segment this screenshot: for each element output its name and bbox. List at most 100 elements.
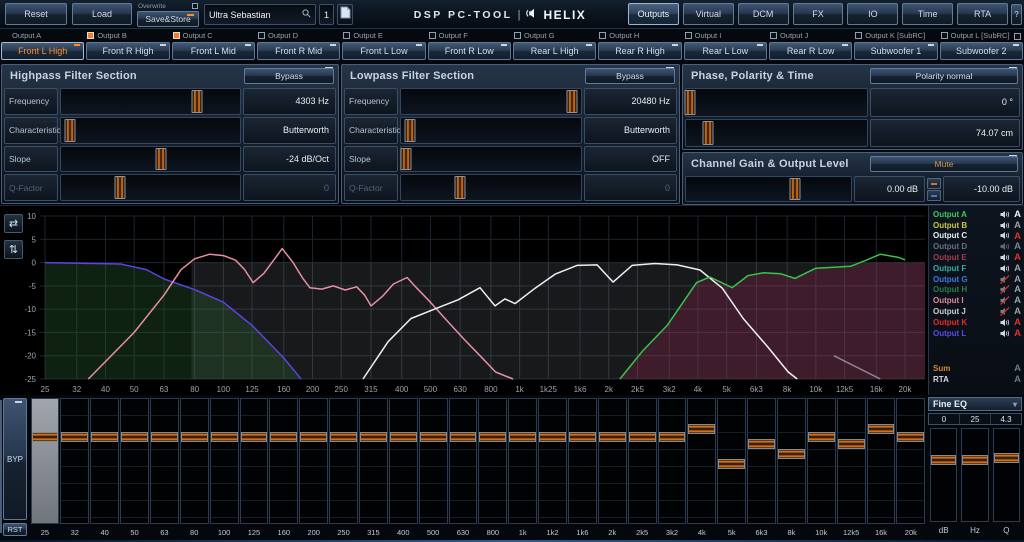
eq-band-track[interactable] <box>896 398 925 524</box>
eq-band-track[interactable] <box>598 398 627 524</box>
eq-band-handle[interactable] <box>778 449 805 459</box>
eq-band-track[interactable] <box>240 398 269 524</box>
channel-row[interactable]: Output A A <box>929 209 1024 220</box>
eq-band-handle[interactable] <box>390 432 417 442</box>
channel-tab-button[interactable]: Front L High <box>1 42 84 60</box>
filter-slider[interactable] <box>60 88 241 115</box>
eq-band-handle[interactable] <box>659 432 686 442</box>
nav-button[interactable]: IO <box>847 3 898 25</box>
eq-band-handle[interactable] <box>718 459 745 469</box>
channel-link-checkbox[interactable] <box>87 32 94 39</box>
eq-band-track[interactable] <box>299 398 328 524</box>
channel-row[interactable]: Output L A <box>929 328 1024 339</box>
channel-a-badge[interactable]: A <box>1011 306 1024 317</box>
eq-band-track[interactable] <box>628 398 657 524</box>
search-icon[interactable] <box>302 9 311 20</box>
eq-band-track[interactable] <box>150 398 179 524</box>
eq-band-handle[interactable] <box>539 432 566 442</box>
channel-row[interactable]: Output H A <box>929 285 1024 296</box>
slider-handle[interactable] <box>64 119 75 142</box>
eq-band-track[interactable] <box>60 398 89 524</box>
output-tab[interactable]: Output B Front R High <box>85 29 170 62</box>
output-tab[interactable]: Output J Rear R Low <box>768 29 853 62</box>
zoom-horizontal-button[interactable]: ⇄ <box>4 214 23 233</box>
output-tab[interactable]: Output I Rear L Low <box>683 29 768 62</box>
channel-a-badge[interactable]: A <box>1011 328 1024 339</box>
reset-button[interactable]: Reset <box>5 3 67 25</box>
channel-link-checkbox[interactable] <box>343 32 350 39</box>
output-tab[interactable]: Output D Front R Mid <box>256 29 341 62</box>
channel-link-checkbox[interactable] <box>599 32 606 39</box>
eq-band-handle[interactable] <box>61 432 88 442</box>
eq-band-handle[interactable] <box>897 432 924 442</box>
channel-tab-button[interactable]: Front R High <box>86 42 169 60</box>
eq-band-track[interactable] <box>269 398 298 524</box>
help-button[interactable]: ? <box>1011 4 1022 25</box>
channel-link-checkbox[interactable] <box>429 32 436 39</box>
slider-handle[interactable] <box>567 90 578 113</box>
channel-a-badge[interactable]: A <box>1011 284 1024 295</box>
channel-tab-button[interactable]: Front L Low <box>342 42 425 60</box>
eq-band-handle[interactable] <box>629 432 656 442</box>
eq-band-track[interactable] <box>31 398 60 524</box>
channel-link-checkbox[interactable] <box>855 32 862 39</box>
output-tab[interactable]: Output C Front L Mid <box>171 29 256 62</box>
highpass-bypass-button[interactable]: Bypass <box>244 68 334 84</box>
fine-eq-slider-handle[interactable] <box>931 455 956 465</box>
channel-row[interactable]: Output G A <box>929 274 1024 285</box>
slider-handle[interactable] <box>401 148 412 171</box>
channel-a-badge[interactable]: A <box>1011 241 1024 252</box>
filter-slider[interactable] <box>400 146 582 173</box>
eq-band-handle[interactable] <box>211 432 238 442</box>
speaker-icon[interactable] <box>998 264 1011 273</box>
channel-row[interactable]: Output C A <box>929 231 1024 242</box>
overwrite-checkbox[interactable] <box>192 3 198 9</box>
filter-slider[interactable] <box>60 146 241 173</box>
eq-band-handle[interactable] <box>121 432 148 442</box>
nav-button[interactable]: FX <box>793 3 844 25</box>
eq-band-handle[interactable] <box>241 432 268 442</box>
lowpass-bypass-button[interactable]: Bypass <box>585 68 675 84</box>
slider-handle[interactable] <box>702 121 713 146</box>
channel-a-badge[interactable]: A <box>1011 231 1024 242</box>
filter-slider[interactable] <box>400 117 582 144</box>
eq-band-handle[interactable] <box>32 432 59 442</box>
phase-slider[interactable] <box>685 119 868 148</box>
channel-tab-button[interactable]: Front L Mid <box>172 42 255 60</box>
channel-a-badge[interactable]: A <box>1011 295 1024 306</box>
speaker-icon[interactable] <box>998 285 1011 294</box>
channel-row[interactable]: Output D A <box>929 241 1024 252</box>
output-tab[interactable]: Output E Front L Low <box>341 29 426 62</box>
eq-band-track[interactable] <box>90 398 119 524</box>
fine-eq-dropdown[interactable]: Fine EQ ▾ <box>928 397 1022 411</box>
eq-band-track[interactable] <box>717 398 746 524</box>
eq-band-handle[interactable] <box>300 432 327 442</box>
fine-eq-slider-track[interactable] <box>993 428 1020 522</box>
eq-bypass-button[interactable]: BYP <box>3 398 27 520</box>
channel-tab-button[interactable]: Rear L Low <box>684 42 767 60</box>
output-tab[interactable]: Output A Front L High <box>0 29 85 62</box>
channel-tab-button[interactable]: Rear R High <box>598 42 681 60</box>
eq-band-track[interactable] <box>747 398 776 524</box>
eq-band-track[interactable] <box>359 398 388 524</box>
channel-tab-button[interactable]: Subwoofer 2 <box>940 42 1023 60</box>
channel-link-checkbox[interactable] <box>941 32 948 39</box>
channel-tab-button[interactable]: Front R Low <box>428 42 511 60</box>
eq-band-track[interactable] <box>867 398 896 524</box>
eq-band-track[interactable] <box>777 398 806 524</box>
slider-handle[interactable] <box>156 148 167 171</box>
channel-row[interactable]: Output E A <box>929 252 1024 263</box>
eq-band-handle[interactable] <box>360 432 387 442</box>
channel-row[interactable]: Output F A <box>929 263 1024 274</box>
edit-preset-button[interactable] <box>337 4 353 25</box>
eq-band-track[interactable] <box>508 398 537 524</box>
channel-a-badge[interactable]: A <box>1011 263 1024 274</box>
nav-button[interactable]: Time <box>902 3 953 25</box>
mute-button[interactable]: Mute <box>870 156 1018 172</box>
channel-a-badge[interactable]: A <box>1011 252 1024 263</box>
eq-band-handle[interactable] <box>509 432 536 442</box>
channel-row[interactable]: Output I A <box>929 295 1024 306</box>
eq-band-track[interactable] <box>807 398 836 524</box>
channel-link-checkbox[interactable] <box>770 32 777 39</box>
eq-band-track[interactable] <box>329 398 358 524</box>
